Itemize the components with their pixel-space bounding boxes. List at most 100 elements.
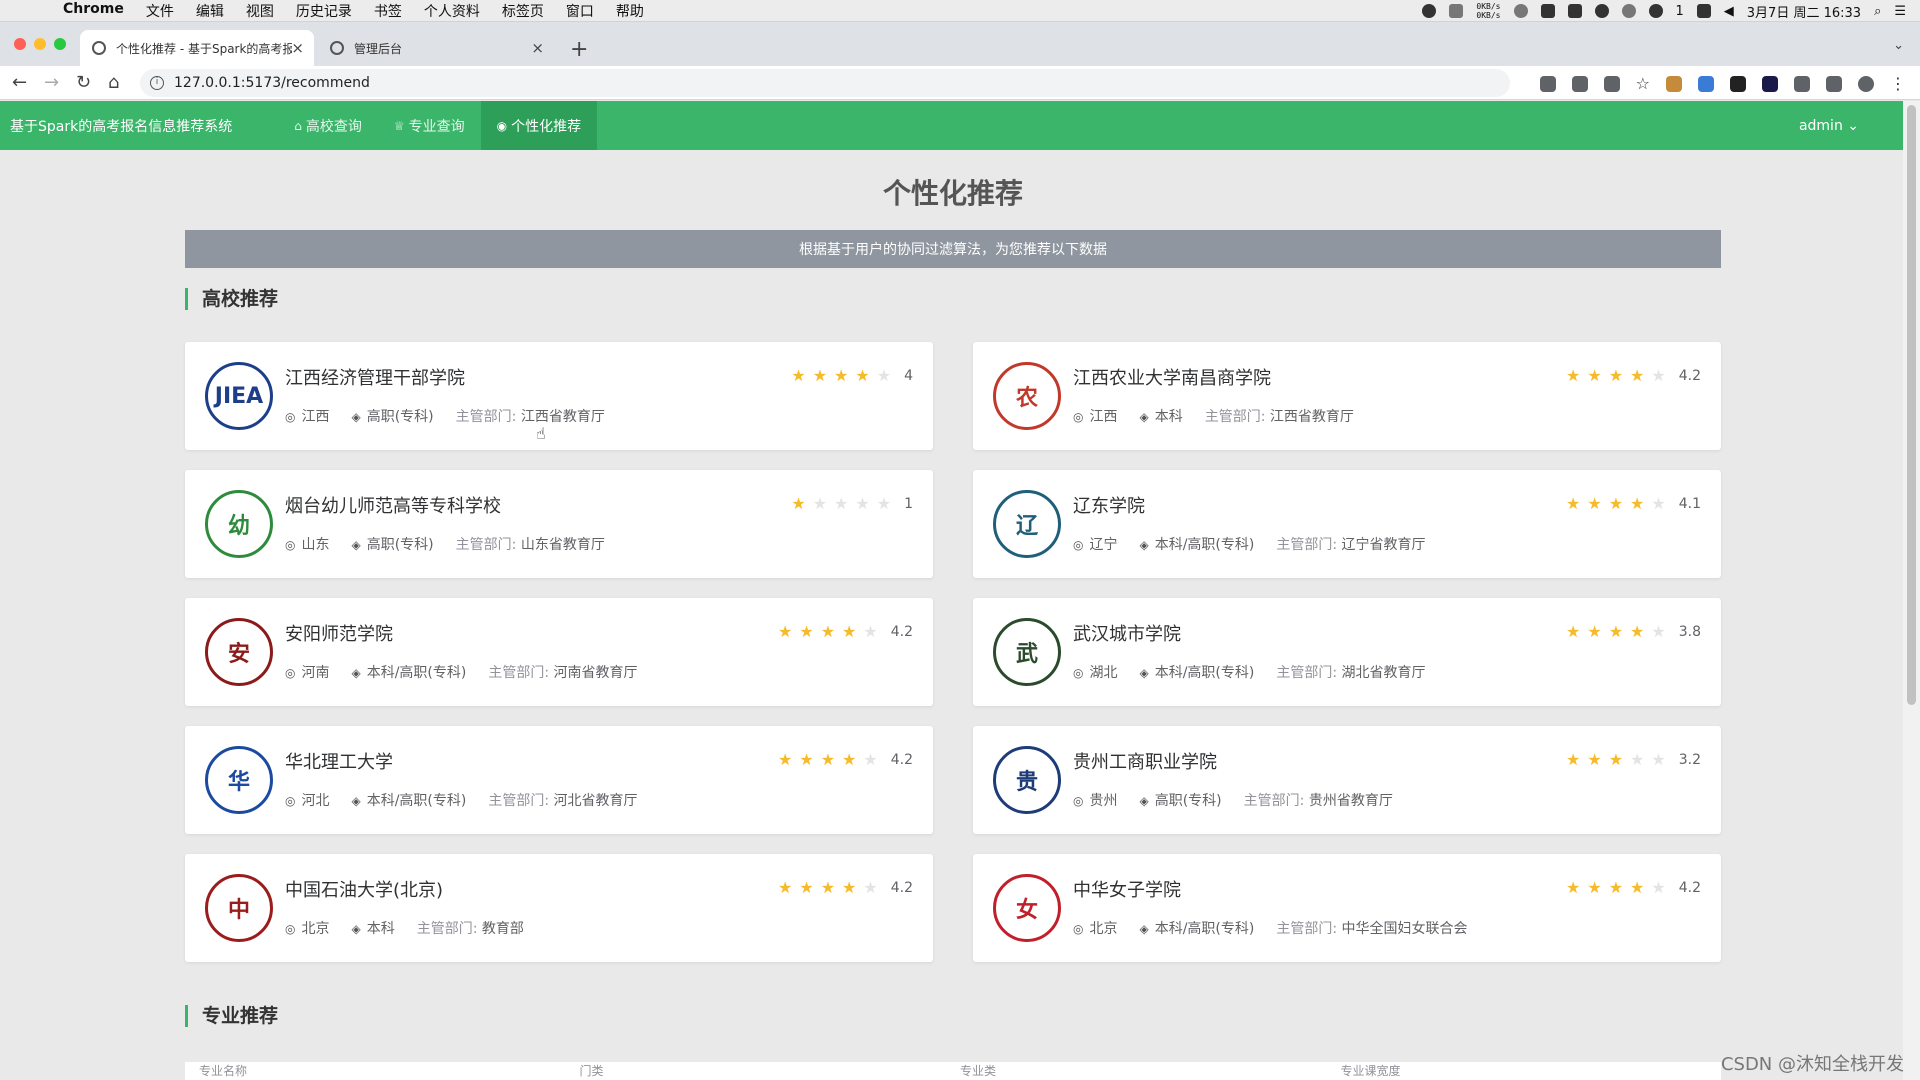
- school-name[interactable]: 江西农业大学南昌商学院: [1073, 364, 1271, 390]
- school-card[interactable]: 安安阳师范学院 ◎ 河南 ◈ 本科/高职(专科) 主管部门: 河南省教育厅 ★★★★★ 4.2: [185, 598, 933, 706]
- school-card[interactable]: 辽辽东学院 ◎ 辽宁 ◈ 本科/高职(专科) 主管部门: 辽宁省教育厅 ★★★★★ 4.1: [973, 470, 1721, 578]
- url-text[interactable]: 127.0.0.1:5173/recommend: [174, 75, 370, 91]
- cat-icon[interactable]: [1449, 4, 1464, 18]
- school-logo: 辽: [993, 490, 1061, 558]
- school-name[interactable]: 中国石油大学(北京): [285, 876, 443, 902]
- menu-help[interactable]: 帮助: [605, 1, 655, 21]
- school-card[interactable]: JIEA 江西经济管理干部学院 ◎ 江西 ◈ 高职(专科) 主管部门: 江西省教育厅 ★★★★…: [185, 342, 933, 450]
- menu-view[interactable]: 视图: [235, 1, 285, 21]
- school-card[interactable]: 农江西农业大学南昌商学院 ◎ 江西 ◈ 本科 主管部门: 江西省教育厅 ★★★★★ 4.2: [973, 342, 1721, 450]
- menu-history[interactable]: 历史记录: [285, 1, 363, 21]
- spotlight-search-icon[interactable]: ⌕: [1874, 4, 1881, 19]
- mountain-icon[interactable]: [1567, 4, 1582, 18]
- home-icon[interactable]: ⌂: [108, 72, 119, 93]
- bookmark-star-icon[interactable]: ☆: [1636, 74, 1650, 93]
- school-card[interactable]: 贵贵州工商职业学院 ◎ 贵州 ◈ 高职(专科) 主管部门: 贵州省教育厅 ★★★★★ 3.2: [973, 726, 1721, 834]
- column-header: 专业名称: [199, 1064, 248, 1078]
- close-window-button[interactable]: [14, 38, 26, 50]
- school-name[interactable]: 辽东学院: [1073, 492, 1145, 518]
- page-scrollbar[interactable]: [1903, 101, 1920, 1080]
- chat-icon[interactable]: [1621, 4, 1636, 18]
- tab-recommend[interactable]: 个性化推荐 - 基于Spark的高考报 ×: [80, 30, 314, 66]
- department: 主管部门: 中华全国妇女联合会: [1276, 918, 1467, 938]
- school-name[interactable]: 烟台幼儿师范高等专科学校: [285, 492, 501, 518]
- brand-title[interactable]: 基于Spark的高考报名信息推荐系统: [10, 116, 232, 136]
- location-pin-icon: ◎: [285, 666, 296, 680]
- cloud-icon[interactable]: [1513, 4, 1528, 18]
- nav-major-query[interactable]: ♕ 专业查询: [378, 101, 481, 150]
- star-icon: ★: [1608, 494, 1631, 513]
- profile-avatar[interactable]: [1858, 75, 1874, 92]
- clock[interactable]: 3月7日 周二 16:33: [1747, 2, 1861, 21]
- menu-bookmarks[interactable]: 书签: [363, 1, 413, 21]
- school-logo-text: 女: [1015, 898, 1038, 923]
- star-icon: ★: [1651, 366, 1673, 385]
- key-icon[interactable]: [1539, 75, 1556, 92]
- minimize-window-button[interactable]: [34, 38, 46, 50]
- extension-icon[interactable]: [1762, 75, 1778, 92]
- department: 主管部门: 河北省教育厅: [488, 790, 637, 810]
- extension-icon[interactable]: [1666, 75, 1682, 92]
- school-card[interactable]: 幼烟台幼儿师范高等专科学校 ◎ 山东 ◈ 高职(专科) 主管部门: 山东省教育厅 ★★★★★…: [185, 470, 933, 578]
- tab-admin[interactable]: 管理后台 ×: [318, 30, 554, 66]
- location-pin-icon: ◎: [1073, 410, 1084, 424]
- scrollbar-thumb[interactable]: [1907, 105, 1916, 705]
- school-name[interactable]: 江西经济管理干部学院: [285, 364, 465, 390]
- control-center-icon[interactable]: ☰: [1894, 4, 1906, 19]
- more-menu-icon[interactable]: ⋮: [1890, 74, 1906, 93]
- back-arrow-icon[interactable]: ←: [12, 72, 27, 93]
- wechat-icon[interactable]: [1648, 4, 1663, 18]
- translate-icon[interactable]: [1571, 75, 1588, 92]
- menu-tab[interactable]: 标签页: [491, 1, 555, 21]
- share-icon[interactable]: [1603, 75, 1620, 92]
- province-text: 河北: [301, 793, 330, 809]
- school-card[interactable]: 武武汉城市学院 ◎ 湖北 ◈ 本科/高职(专科) 主管部门: 湖北省教育厅 ★★★★★ 3.8: [973, 598, 1721, 706]
- school-name[interactable]: 武汉城市学院: [1073, 620, 1181, 646]
- volume-icon[interactable]: ◀: [1724, 4, 1734, 19]
- star-icon: ★: [855, 494, 877, 513]
- menu-chrome[interactable]: Chrome: [52, 1, 135, 21]
- extension-icon[interactable]: [1730, 75, 1746, 92]
- section-major-title: 专业推荐: [185, 1005, 278, 1027]
- new-tab-button[interactable]: +: [570, 37, 588, 62]
- side-panel-icon[interactable]: [1826, 75, 1842, 92]
- user-menu[interactable]: admin ⌄: [1799, 118, 1859, 134]
- forward-arrow-icon[interactable]: →: [44, 72, 59, 93]
- reload-icon[interactable]: ↻: [76, 72, 91, 93]
- nav-school-query[interactable]: ⌂ 高校查询: [278, 101, 378, 150]
- app-icon[interactable]: [1594, 4, 1609, 18]
- extension-icon[interactable]: [1698, 75, 1714, 92]
- province-text: 河南: [301, 665, 330, 681]
- puzzle-icon[interactable]: [1794, 75, 1810, 92]
- net-up: 0KB/s: [1476, 2, 1501, 11]
- info-icon[interactable]: i: [150, 76, 164, 90]
- school-card[interactable]: 华华北理工大学 ◎ 河北 ◈ 本科/高职(专科) 主管部门: 河北省教育厅 ★★★★★ 4.2: [185, 726, 933, 834]
- menu-edit[interactable]: 编辑: [185, 1, 235, 21]
- rating: ★★★★★ 3.2: [1566, 750, 1701, 769]
- nav-recommend[interactable]: ◉ 个性化推荐: [480, 101, 598, 150]
- menu-file[interactable]: 文件: [135, 1, 185, 21]
- star-icon: ★: [1608, 750, 1631, 769]
- menu-profiles[interactable]: 个人资料: [413, 1, 491, 21]
- menu-window[interactable]: 窗口: [555, 1, 605, 21]
- level: ◈ 本科/高职(专科): [351, 662, 466, 682]
- input-method-icon[interactable]: [1696, 4, 1711, 18]
- tab-search-chevron-icon[interactable]: ⌄: [1893, 38, 1904, 53]
- signal-icon[interactable]: [1540, 4, 1555, 18]
- zoom-window-button[interactable]: [54, 38, 66, 50]
- star-icon: ★: [1566, 750, 1588, 769]
- close-icon[interactable]: ×: [291, 39, 304, 57]
- school-name[interactable]: 中华女子学院: [1073, 876, 1181, 902]
- address-bar[interactable]: i 127.0.0.1:5173/recommend: [140, 69, 1510, 97]
- school-name[interactable]: 华北理工大学: [285, 748, 393, 774]
- graduation-cap-icon: ◈: [1139, 410, 1149, 424]
- school-card[interactable]: 中中国石油大学(北京) ◎ 北京 ◈ 本科 主管部门: 教育部 ★★★★★ 4.2: [185, 854, 933, 962]
- province-text: 贵州: [1089, 793, 1118, 809]
- school-card[interactable]: 女中华女子学院 ◎ 北京 ◈ 本科/高职(专科) 主管部门: 中华全国妇女联合会 ★★★★★…: [973, 854, 1721, 962]
- close-icon[interactable]: ×: [531, 39, 544, 57]
- record-icon[interactable]: [1422, 4, 1437, 18]
- school-name[interactable]: 贵州工商职业学院: [1073, 748, 1217, 774]
- school-name[interactable]: 安阳师范学院: [285, 620, 393, 646]
- department-label: 主管部门:: [455, 409, 517, 425]
- province: ◎ 辽宁: [1073, 534, 1117, 554]
